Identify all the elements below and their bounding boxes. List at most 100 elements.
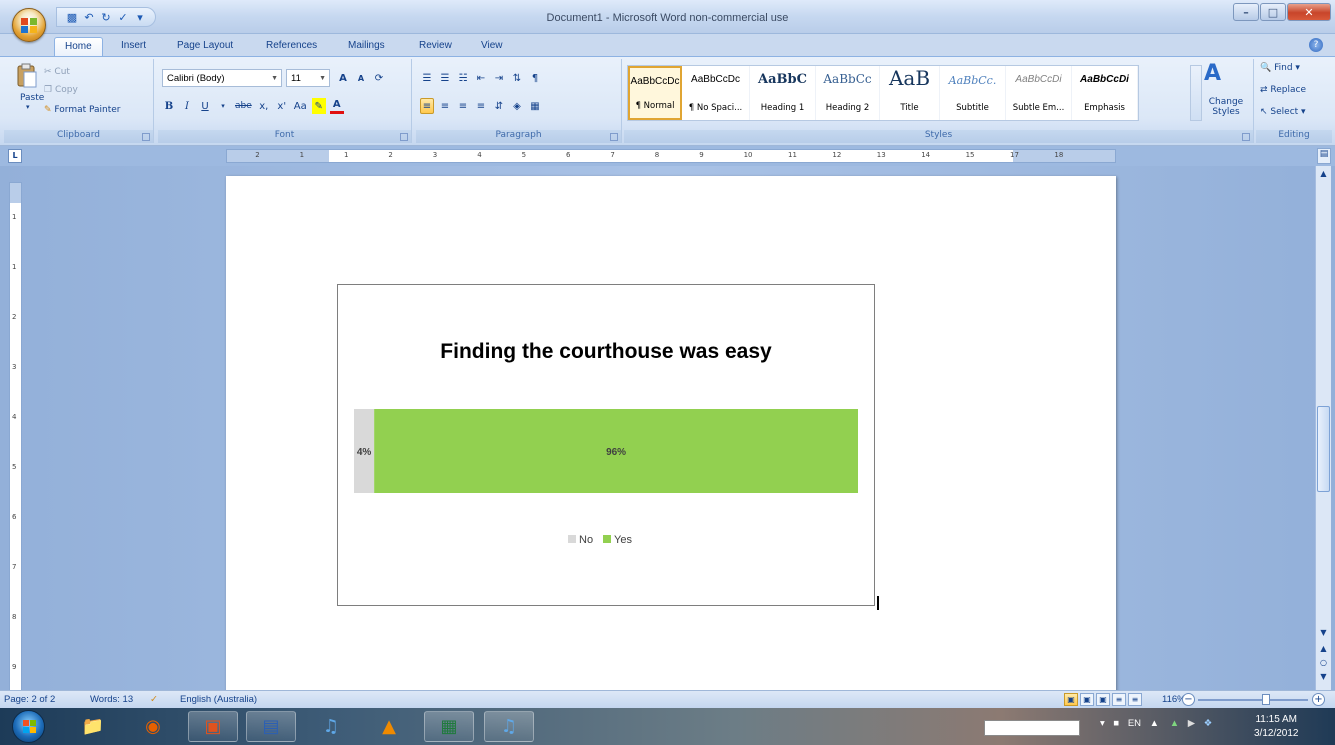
previous-page-icon[interactable]: ▲ xyxy=(1316,642,1331,656)
proofing-icon[interactable]: ✓ xyxy=(150,694,158,705)
tab-mailings[interactable]: Mailings xyxy=(348,37,385,56)
justify-icon[interactable]: ≡ xyxy=(474,98,488,114)
shading-icon[interactable]: ◈ xyxy=(510,98,524,114)
paste-button[interactable]: Paste xyxy=(20,93,44,103)
align-left-icon[interactable]: ≡ xyxy=(420,98,434,114)
draft-icon[interactable]: ≡ xyxy=(1128,693,1142,706)
browse-object-icon[interactable]: ○ xyxy=(1316,656,1331,670)
itunes-icon-2[interactable]: ♫ xyxy=(484,711,534,742)
cut-button[interactable]: ✂ Cut xyxy=(44,67,70,77)
bold-button[interactable]: B xyxy=(162,98,176,114)
decrease-indent-icon[interactable]: ⇤ xyxy=(474,70,488,86)
web-layout-icon[interactable]: ▣ xyxy=(1096,693,1110,706)
font-name-combo[interactable]: Calibri (Body) ▼ xyxy=(162,69,282,87)
scroll-down-icon[interactable]: ▼ xyxy=(1316,626,1331,640)
network-icon[interactable]: ▲ xyxy=(1170,718,1179,729)
style-emphasis[interactable]: AaBbCcDi Emphasis xyxy=(1072,66,1138,120)
scroll-thumb[interactable] xyxy=(1317,406,1330,492)
superscript-button[interactable]: x' xyxy=(275,98,289,114)
dropbox-icon[interactable]: ❖ xyxy=(1204,718,1213,729)
font-size-combo[interactable]: 11 ▼ xyxy=(286,69,330,87)
language-indicator[interactable]: English (Australia) xyxy=(180,694,257,705)
format-painter-button[interactable]: ✎ Format Painter xyxy=(44,105,121,115)
volume-icon[interactable]: ▶ xyxy=(1188,718,1195,729)
font-launcher-icon[interactable] xyxy=(400,133,408,141)
strikethrough-button[interactable]: abe xyxy=(234,98,253,114)
tray-language[interactable]: EN xyxy=(1128,718,1141,729)
close-button[interactable]: ✕ xyxy=(1287,3,1331,21)
line-spacing-icon[interactable]: ⇵ xyxy=(492,98,506,114)
paste-dropdown-icon[interactable]: ▾ xyxy=(26,103,30,111)
font-size-dropdown-icon[interactable]: ▼ xyxy=(319,75,326,82)
print-layout-icon[interactable]: ▣ xyxy=(1064,693,1078,706)
style-title[interactable]: AaB Title xyxy=(880,66,940,120)
underline-dropdown-icon[interactable]: ▾ xyxy=(216,98,230,114)
increase-indent-icon[interactable]: ⇥ xyxy=(492,70,506,86)
tab-home[interactable]: Home xyxy=(54,37,103,56)
copy-button[interactable]: ❐ Copy xyxy=(44,85,78,95)
tab-view[interactable]: View xyxy=(481,37,503,56)
vertical-scrollbar[interactable]: ▲ ▼ ▲ ○ ▼ xyxy=(1315,166,1331,690)
clock[interactable]: 11:15 AM 3/12/2012 xyxy=(1254,713,1299,741)
itunes-icon[interactable]: ♫ xyxy=(306,711,356,742)
calendar-app-icon[interactable]: ▣ xyxy=(188,711,238,742)
tab-review[interactable]: Review xyxy=(419,37,452,56)
style-subtle-emphasis[interactable]: AaBbCcDi Subtle Em... xyxy=(1006,66,1072,120)
horizontal-ruler[interactable]: 2 1 1 2 3 4 5 6 7 8 9 10 11 12 13 14 15 17 18 xyxy=(226,149,1116,163)
align-right-icon[interactable]: ≡ xyxy=(456,98,470,114)
align-center-icon[interactable]: ≡ xyxy=(438,98,452,114)
change-styles-icon[interactable]: A xyxy=(1204,61,1221,86)
document-page[interactable]: Finding the courthouse was easy 4% 96% No Y… xyxy=(226,176,1116,696)
start-button[interactable] xyxy=(12,710,45,743)
minimize-button[interactable]: – xyxy=(1233,3,1259,21)
style-heading-2[interactable]: AaBbCc Heading 2 xyxy=(816,66,880,120)
font-color-button[interactable]: A xyxy=(329,98,344,114)
change-styles-button[interactable]: Change Styles xyxy=(1207,97,1245,117)
excel-icon[interactable]: ▦ xyxy=(424,711,474,742)
scroll-up-icon[interactable]: ▲ xyxy=(1316,166,1331,182)
replace-button[interactable]: ⇄ Replace xyxy=(1260,85,1306,95)
clear-formatting-icon[interactable]: ⟳ xyxy=(372,70,386,86)
vertical-ruler[interactable]: 1 1 2 3 4 5 6 7 8 9 xyxy=(9,182,22,692)
word-count[interactable]: Words: 13 xyxy=(90,694,133,705)
style-heading-1[interactable]: AaBbC Heading 1 xyxy=(750,66,816,120)
taskbar-search-box[interactable] xyxy=(984,720,1080,736)
tab-page-layout[interactable]: Page Layout xyxy=(177,37,233,56)
style-normal[interactable]: AaBbCcDc ¶ Normal xyxy=(628,66,682,120)
zoom-slider-track[interactable] xyxy=(1198,699,1308,701)
style-subtitle[interactable]: AaBbCc. Subtitle xyxy=(940,66,1006,120)
word-icon[interactable]: ▤ xyxy=(246,711,296,742)
font-name-dropdown-icon[interactable]: ▼ xyxy=(271,75,278,82)
paste-icon[interactable] xyxy=(16,63,38,89)
styles-gallery-scroll[interactable] xyxy=(1190,65,1202,121)
zoom-slider-thumb[interactable] xyxy=(1262,694,1270,705)
tab-insert[interactable]: Insert xyxy=(121,37,146,56)
page-indicator[interactable]: Page: 2 of 2 xyxy=(4,694,55,705)
paragraph-launcher-icon[interactable] xyxy=(610,133,618,141)
style-no-spacing[interactable]: AaBbCcDc ¶ No Spaci... xyxy=(682,66,750,120)
sort-icon[interactable]: ⇅ xyxy=(510,70,524,86)
zoom-in-icon[interactable]: + xyxy=(1312,693,1325,706)
subscript-button[interactable]: x, xyxy=(257,98,271,114)
tray-desktop-icon[interactable]: ■ xyxy=(1113,718,1119,729)
explorer-icon[interactable]: 📁 xyxy=(68,711,118,742)
numbering-icon[interactable]: ☰ xyxy=(438,70,452,86)
highlight-icon[interactable]: ✎ xyxy=(311,98,326,114)
tab-selector-icon[interactable]: L xyxy=(8,149,22,163)
find-button[interactable]: 🔍 Find ▾ xyxy=(1260,63,1300,73)
multilevel-list-icon[interactable]: ☵ xyxy=(456,70,470,86)
shrink-font-button[interactable]: A xyxy=(354,70,368,86)
vlc-icon[interactable]: ▲ xyxy=(364,711,414,742)
bullets-icon[interactable]: ☰ xyxy=(420,70,434,86)
italic-button[interactable]: I xyxy=(180,98,194,114)
view-ruler-icon[interactable]: ▤ xyxy=(1317,148,1331,164)
select-button[interactable]: ↖ Select ▾ xyxy=(1260,107,1306,117)
clipboard-launcher-icon[interactable] xyxy=(142,133,150,141)
underline-button[interactable]: U xyxy=(198,98,212,114)
change-case-button[interactable]: Aa xyxy=(293,98,308,114)
chart[interactable]: Finding the courthouse was easy 4% 96% No Y… xyxy=(337,284,875,606)
zoom-out-icon[interactable]: − xyxy=(1182,693,1195,706)
outline-icon[interactable]: ≡ xyxy=(1112,693,1126,706)
help-icon[interactable]: ? xyxy=(1309,38,1323,52)
tab-references[interactable]: References xyxy=(266,37,317,56)
